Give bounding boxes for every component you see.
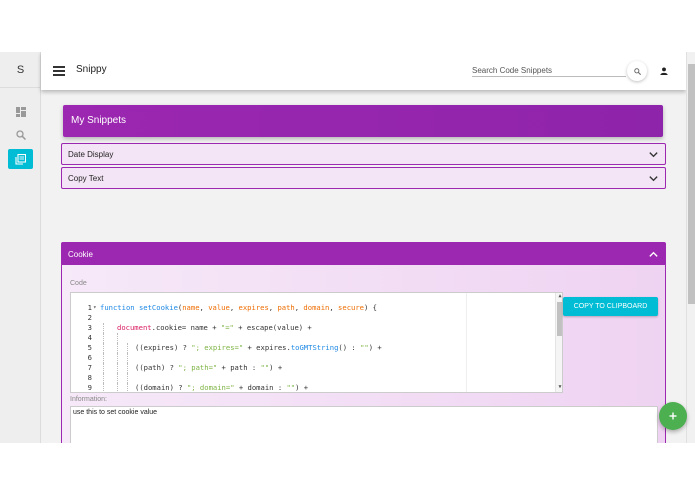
app-title: Snippy — [76, 64, 107, 75]
code-line: 10 — [71, 383, 556, 392]
panel-copy-text[interactable]: Copy Text — [61, 167, 666, 189]
code-line: 3 document.cookie= name + "=" + escape(va… — [87, 323, 312, 333]
main-content: My Snippets Date Display Copy Text Cooki… — [61, 105, 667, 443]
scroll-up-icon[interactable]: ▲ — [556, 293, 562, 301]
app-header: Snippy — [41, 52, 686, 90]
information-textarea[interactable]: use this to set cookie value — [70, 406, 658, 443]
panel-title: Copy Text — [68, 174, 104, 183]
dashboard-icon — [15, 107, 26, 117]
panel-title: Date Display — [68, 150, 114, 159]
menu-icon[interactable] — [53, 66, 65, 76]
information-label: Information: — [70, 396, 107, 403]
copy-to-clipboard-button[interactable]: COPY TO CLIPBOARD — [563, 297, 658, 316]
code-line: 5 ((expires) ? "; expires=" + expires.toG… — [87, 343, 382, 353]
sidebar-logo: S — [0, 52, 41, 88]
code-line: 9 ((domain) ? "; domain=" + domain : "") … — [87, 383, 309, 392]
page-title: My Snippets — [71, 115, 127, 126]
search-icon — [633, 67, 641, 75]
code-line: 8 — [71, 363, 556, 383]
library-icon — [15, 153, 26, 165]
panel-title: Cookie — [68, 250, 93, 259]
code-line: 4 — [71, 323, 556, 343]
code-line: 6 — [71, 343, 556, 363]
plus-icon — [669, 412, 677, 420]
search-button[interactable] — [627, 61, 647, 81]
chevron-down-icon — [649, 152, 658, 158]
chevron-up-icon — [649, 251, 658, 257]
account-button[interactable] — [655, 62, 673, 80]
top-margin — [0, 0, 695, 52]
panel-cookie-body: Code 1 ▾ function setCookie(name, value, e… — [61, 265, 666, 443]
sidebar: S — [0, 52, 41, 443]
add-snippet-button[interactable] — [659, 402, 687, 430]
panel-date-display[interactable]: Date Display — [61, 143, 666, 165]
page-scrollbar[interactable] — [686, 52, 695, 443]
code-editor[interactable]: 1 ▾ function setCookie(name, value, expire… — [70, 292, 563, 393]
sidebar-item-search[interactable] — [8, 125, 33, 145]
snippets-header-card: My Snippets — [63, 105, 663, 137]
account-icon — [660, 67, 668, 75]
search-input[interactable] — [472, 65, 626, 77]
bottom-margin — [0, 443, 695, 494]
editor-scrollbar[interactable]: ▲ ▼ — [555, 293, 562, 392]
panel-cookie[interactable]: Cookie — [61, 242, 666, 266]
scroll-down-icon[interactable]: ▼ — [556, 384, 562, 392]
code-line: 1 ▾ function setCookie(name, value, expire… — [87, 303, 377, 312]
code-line: 7 ((path) ? "; path=" + path : "") + — [87, 363, 283, 373]
scrollbar-thumb[interactable] — [688, 64, 695, 304]
chevron-down-icon — [649, 176, 658, 182]
code-label: Code — [70, 280, 87, 287]
search-icon — [15, 130, 26, 140]
code-line: 2 — [87, 313, 92, 322]
sidebar-item-dashboard[interactable] — [8, 102, 33, 122]
app-frame: S Snippy Search Code Snippets My Snippet… — [0, 52, 695, 443]
sidebar-item-snippets[interactable] — [8, 149, 33, 169]
